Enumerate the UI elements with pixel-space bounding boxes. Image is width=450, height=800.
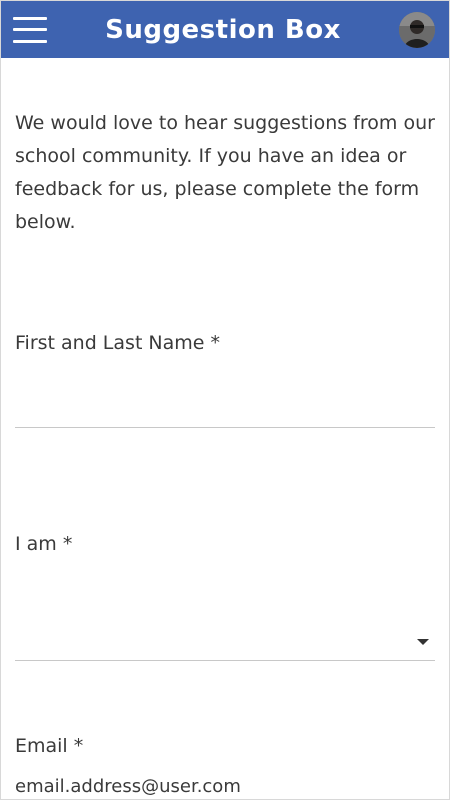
name-field-label: First and Last Name *: [15, 332, 221, 354]
intro-text: We would love to hear suggestions from o…: [15, 112, 435, 233]
app-header: Suggestion Box: [1, 1, 449, 58]
user-avatar[interactable]: [398, 11, 435, 48]
role-select[interactable]: [15, 603, 435, 661]
email-field-label: Email *: [15, 735, 84, 757]
hamburger-menu-icon[interactable]: [13, 16, 47, 43]
app-screen: Suggestion Box We would love to hear sug…: [0, 0, 450, 800]
menu-line: [13, 16, 47, 20]
role-field-label: I am *: [15, 533, 73, 555]
menu-line: [13, 28, 47, 31]
avatar-photo-icon: [398, 11, 435, 48]
form-content: We would love to hear suggestions from o…: [1, 107, 449, 799]
menu-line: [13, 39, 47, 43]
email-input[interactable]: [15, 773, 435, 799]
name-input[interactable]: [15, 402, 435, 428]
app-title: Suggestion Box: [105, 14, 341, 45]
dropdown-arrow-icon: [417, 639, 429, 645]
